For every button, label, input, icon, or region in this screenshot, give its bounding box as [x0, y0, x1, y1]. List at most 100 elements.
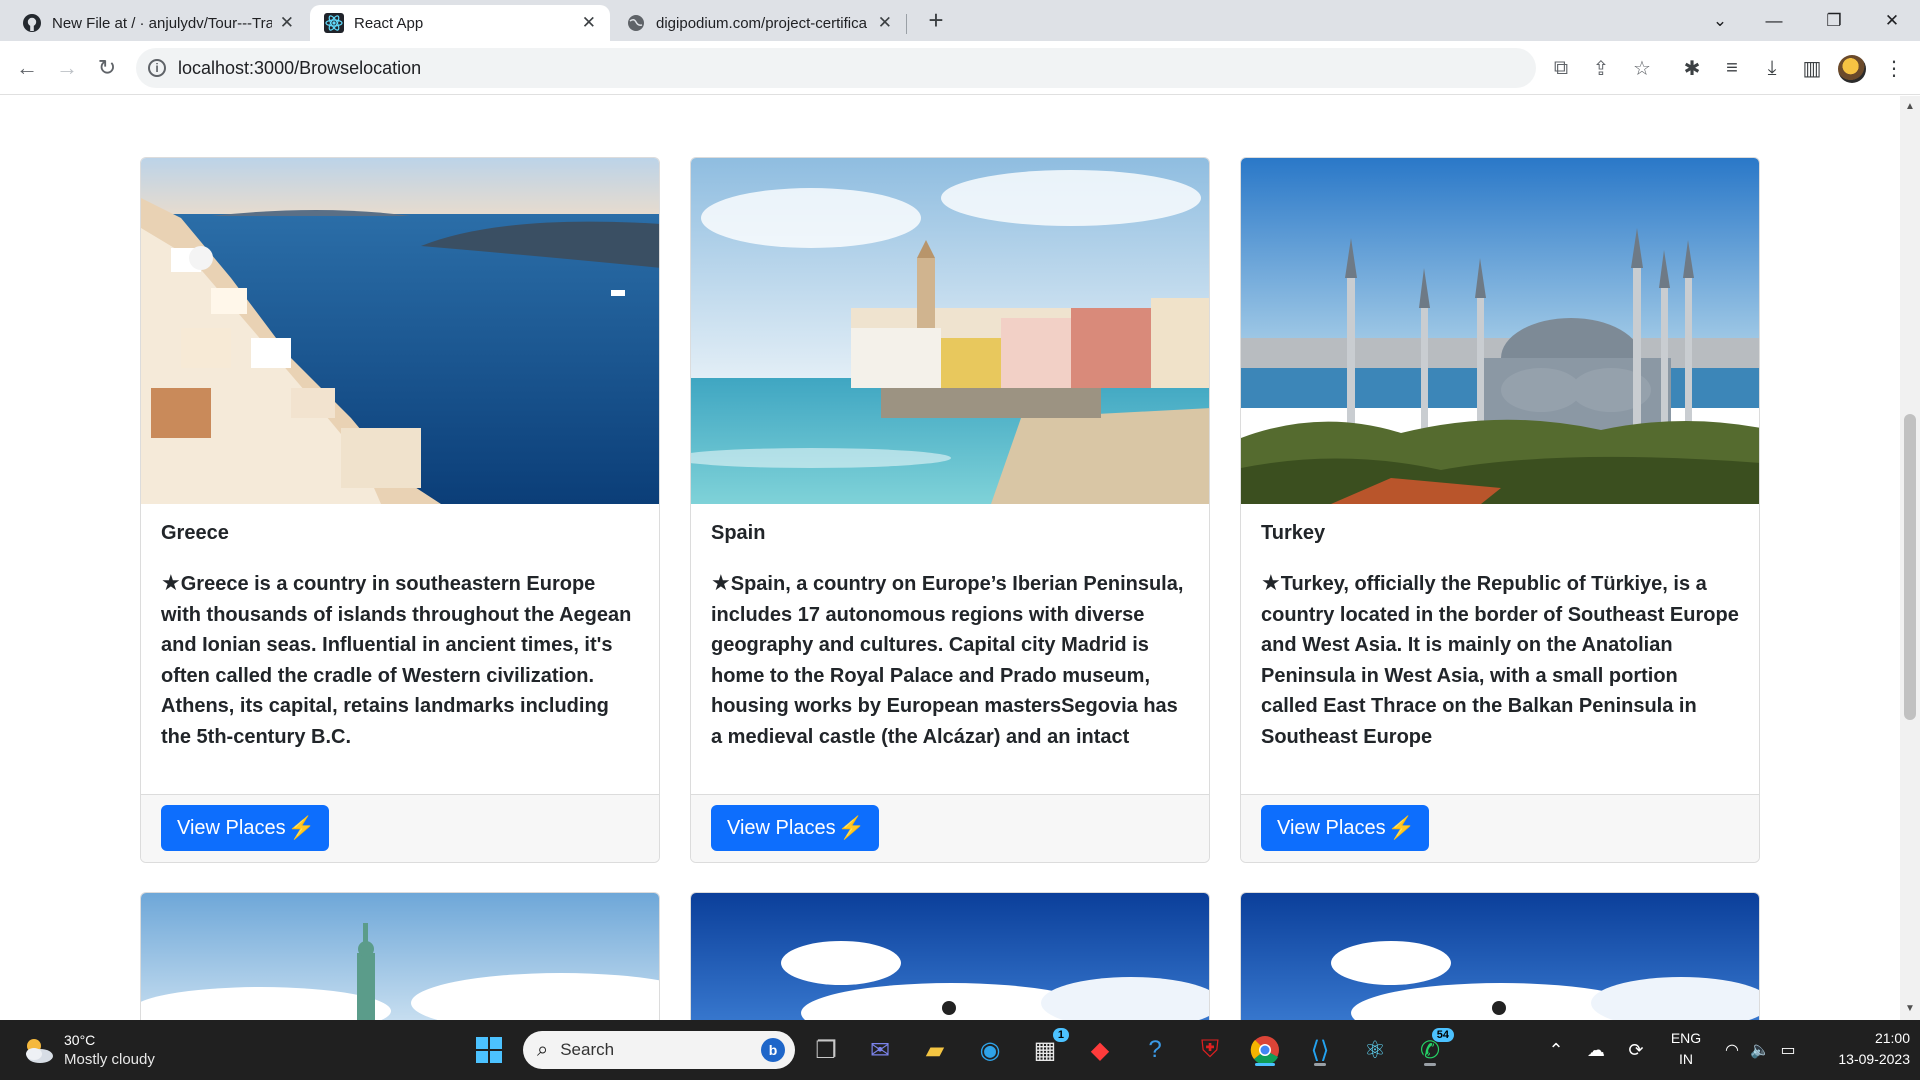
download-icon[interactable]: ⤓ — [1758, 54, 1786, 82]
address-bar[interactable]: i localhost:3000/Browselocation — [136, 48, 1536, 88]
card-footer: View Places ⚡ — [141, 794, 659, 862]
tab-title: New File at / · anjulydv/Tour---Tra — [52, 14, 272, 32]
sky-clouds-image — [691, 893, 1209, 1020]
side-panel-icon[interactable]: ▥ — [1798, 54, 1826, 82]
turkey-image — [1241, 158, 1759, 504]
tray-overflow-chevron-icon[interactable]: ⌃ — [1538, 1032, 1574, 1068]
button-label: View Places — [1277, 816, 1386, 839]
vscode-icon[interactable]: ⟨⟩ — [1302, 1032, 1338, 1068]
tab-strip: New File at / · anjulydv/Tour---Tra ✕ Re… — [0, 0, 1920, 41]
card-body: Spain ★Spain, a country on Europe’s Iber… — [691, 504, 1209, 794]
scroll-up-arrow-icon[interactable]: ▲ — [1904, 100, 1916, 112]
scroll-thumb[interactable] — [1904, 414, 1916, 720]
card-description: ★Turkey, officially the Republic of Türk… — [1261, 568, 1739, 751]
spain-image — [691, 158, 1209, 504]
tab-react-app[interactable]: React App ✕ — [310, 5, 610, 41]
scroll-down-arrow-icon[interactable]: ▼ — [1904, 1002, 1916, 1014]
tab-github[interactable]: New File at / · anjulydv/Tour---Tra ✕ — [8, 5, 308, 41]
share-icon[interactable]: ⇪ — [1588, 55, 1614, 81]
close-icon[interactable]: ✕ — [582, 13, 596, 33]
card-description: ★Greece is a country in southeastern Eur… — [161, 568, 639, 751]
whatsapp-icon[interactable]: ✆ 54 — [1412, 1028, 1454, 1068]
view-places-button[interactable]: View Places ⚡ — [161, 805, 329, 851]
language-indicator[interactable]: ENG — [1668, 1030, 1704, 1046]
task-view-icon[interactable]: ❐ — [808, 1032, 844, 1068]
running-indicator — [1314, 1063, 1326, 1066]
react-icon — [324, 13, 344, 33]
taskbar-search-box[interactable]: ⌕ Search b — [523, 1031, 795, 1069]
running-indicator — [1255, 1063, 1275, 1066]
menu-kebab-icon[interactable]: ⋮ — [1880, 54, 1908, 82]
region-indicator: IN — [1679, 1051, 1693, 1067]
tab-search-chevron-icon[interactable]: ⌄ — [1692, 0, 1748, 41]
reload-button[interactable]: ↻ — [92, 53, 122, 83]
minimize-button[interactable]: — — [1746, 0, 1802, 41]
windows-taskbar: 30°C Mostly cloudy ⌕ Search b ❐ ✉ ▰ ◉ ▦ 1… — [0, 1020, 1920, 1080]
site-info-icon[interactable]: i — [148, 59, 166, 77]
bookmark-star-icon[interactable]: ☆ — [1629, 55, 1655, 81]
sync-icon[interactable]: ⟳ — [1618, 1032, 1654, 1068]
description-text: Spain, a country on Europe’s Iberian Pen… — [711, 573, 1184, 748]
back-button[interactable]: ← — [12, 53, 42, 83]
location-card-partial-3 — [1240, 892, 1760, 1020]
card-description: ★Spain, a country on Europe’s Iberian Pe… — [711, 568, 1189, 751]
github-icon — [23, 14, 41, 32]
greece-image — [141, 158, 659, 504]
close-icon[interactable]: ✕ — [280, 13, 294, 33]
location-card-partial-2 — [690, 892, 1210, 1020]
star-icon: ★ — [711, 570, 731, 595]
description-text: Greece is a country in southeastern Euro… — [161, 573, 632, 748]
react-devtools-icon[interactable]: ⚛ — [1357, 1032, 1393, 1068]
card-title: Greece — [161, 522, 229, 544]
microsoft-store-icon[interactable]: ▦ 1 — [1027, 1028, 1069, 1068]
cloudy-weather-icon[interactable] — [20, 1032, 56, 1068]
edge-browser-icon[interactable]: ◉ — [972, 1032, 1008, 1068]
profile-avatar[interactable] — [1838, 55, 1866, 83]
button-label: View Places — [727, 816, 836, 839]
mcafee-shield-icon[interactable]: ⛨ — [1192, 1032, 1228, 1068]
anydesk-icon[interactable]: ◆ — [1082, 1032, 1118, 1068]
browser-toolbar: ← → ↻ i localhost:3000/Browselocation ⧉ … — [0, 41, 1920, 95]
view-places-button[interactable]: View Places ⚡ — [711, 805, 879, 851]
close-window-button[interactable]: ✕ — [1864, 0, 1920, 41]
close-icon[interactable]: ✕ — [878, 13, 892, 33]
battery-icon[interactable]: ▭ — [1770, 1032, 1806, 1068]
file-explorer-icon[interactable]: ▰ — [917, 1032, 953, 1068]
address-text: localhost:3000/Browselocation — [178, 57, 422, 78]
location-card-usa-partial — [140, 892, 660, 1020]
restore-button[interactable]: ❐ — [1806, 0, 1862, 41]
browse-location-page: Greece ★Greece is a country in southeast… — [0, 96, 1900, 1020]
running-indicator — [1424, 1063, 1436, 1066]
help-icon[interactable]: ? — [1137, 1032, 1173, 1068]
chrome-icon[interactable] — [1247, 1032, 1283, 1068]
star-icon: ★ — [161, 570, 181, 595]
reading-list-icon[interactable]: ≡ — [1718, 54, 1746, 82]
lightning-icon: ⚡ — [837, 815, 865, 840]
location-card-turkey: Turkey ★Turkey, officially the Republic … — [1240, 157, 1760, 863]
open-in-app-icon[interactable]: ⧉ — [1548, 55, 1574, 81]
button-label: View Places — [177, 816, 286, 839]
globe-icon — [628, 15, 644, 31]
new-tab-button[interactable]: + — [922, 5, 950, 35]
weather-temperature: 30°C — [64, 1032, 96, 1048]
onedrive-cloud-icon[interactable]: ☁ — [1578, 1032, 1614, 1068]
weather-description: Mostly cloudy — [64, 1051, 155, 1068]
clock-time[interactable]: 21:00 — [1814, 1030, 1910, 1046]
forward-button[interactable]: → — [52, 53, 82, 83]
location-card-greece: Greece ★Greece is a country in southeast… — [140, 157, 660, 863]
teams-chat-icon[interactable]: ✉ — [862, 1032, 898, 1068]
statue-of-liberty-image — [141, 893, 659, 1020]
windows-start-icon[interactable] — [471, 1032, 507, 1068]
tab-digipodium[interactable]: digipodium.com/project-certifica ✕ — [612, 5, 906, 41]
card-title: Spain — [711, 522, 766, 544]
extensions-icon[interactable]: ✱ — [1678, 54, 1706, 82]
view-places-button[interactable]: View Places ⚡ — [1261, 805, 1429, 851]
whatsapp-badge: 54 — [1431, 1028, 1454, 1042]
location-card-spain: Spain ★Spain, a country on Europe’s Iber… — [690, 157, 1210, 863]
bing-icon[interactable]: b — [761, 1038, 785, 1062]
tab-title: React App — [354, 14, 424, 32]
page-scrollbar[interactable]: ▲ ▼ — [1900, 96, 1920, 1020]
sky-clouds-image — [1241, 893, 1759, 1020]
card-footer: View Places ⚡ — [1241, 794, 1759, 862]
tab-title: digipodium.com/project-certifica — [656, 14, 867, 32]
